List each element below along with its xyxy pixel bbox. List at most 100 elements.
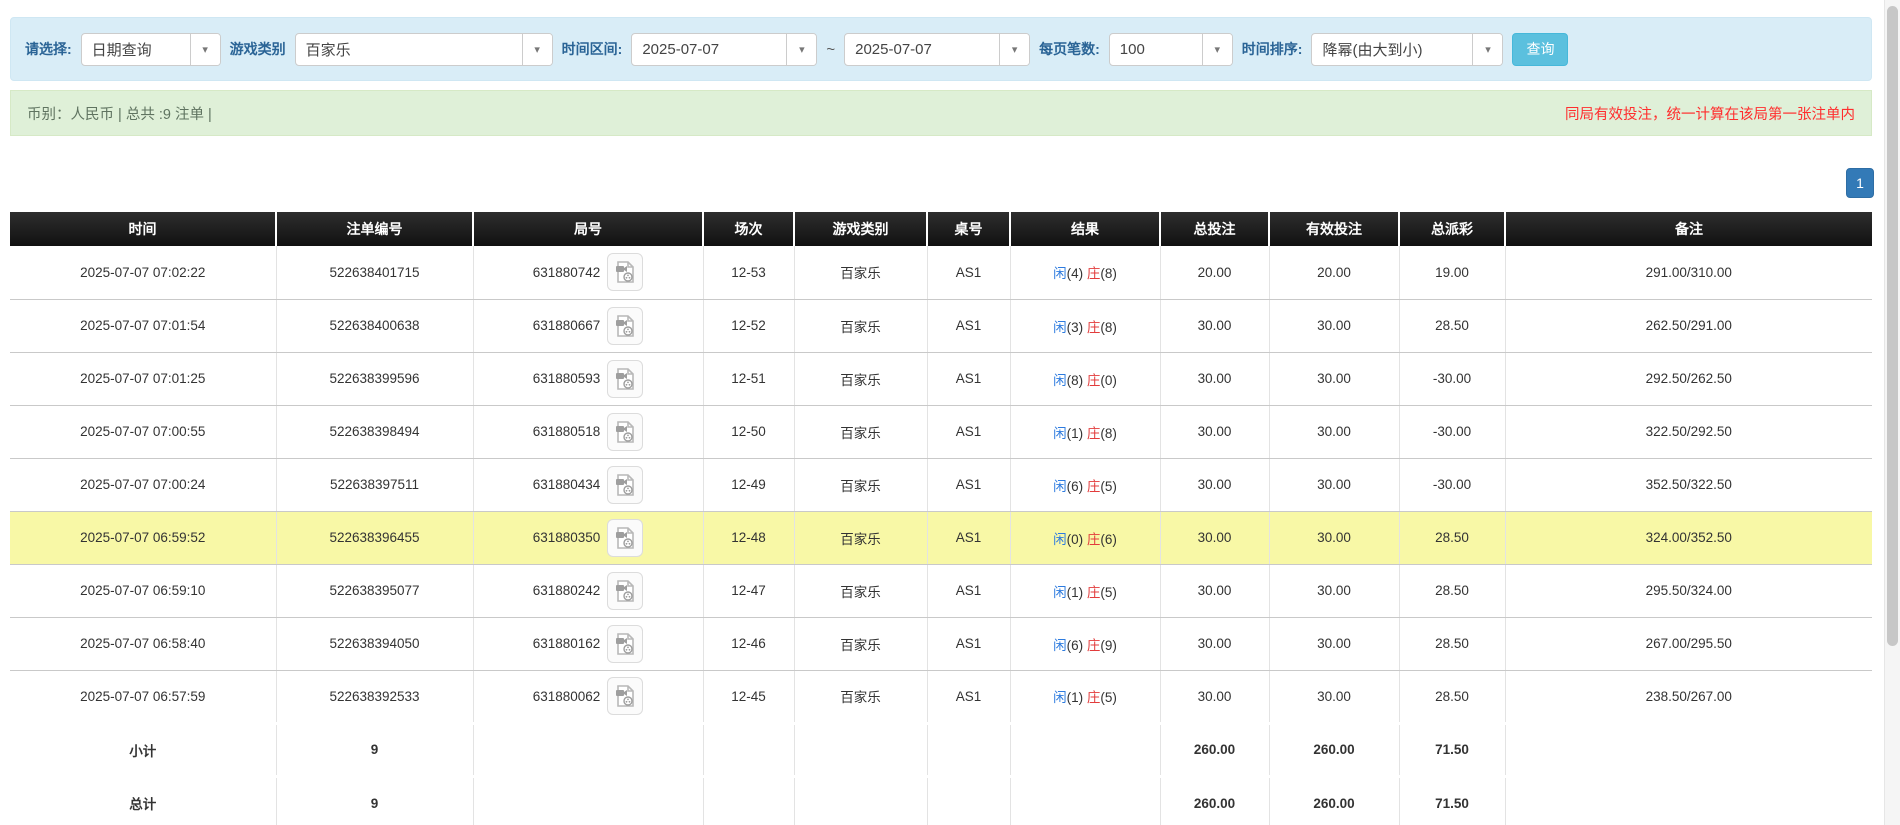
result-player-label: 闲 — [1053, 372, 1067, 388]
video-replay-icon[interactable] — [607, 518, 644, 557]
cell-total-bet[interactable]: 30.00 — [1160, 352, 1270, 406]
cell-round-id: 631880242 — [473, 564, 704, 618]
result-banker-label: 庄 — [1086, 478, 1101, 494]
cell-note: 238.50/267.00 — [1505, 670, 1872, 724]
date-to-value: 2025-07-07 — [855, 40, 932, 58]
subtotal-valid-bet: 260.00 — [1269, 721, 1400, 777]
cell-total-bet[interactable]: 30.00 — [1160, 670, 1270, 724]
video-replay-icon[interactable] — [607, 465, 644, 504]
cell-time: 2025-07-07 07:01:25 — [10, 352, 277, 406]
footer-empty-cell — [1505, 721, 1872, 777]
cell-result: 闲(0) 庄(6) — [1010, 511, 1161, 565]
cell-table-no: AS1 — [927, 299, 1011, 353]
round-id-value: 631880667 — [532, 318, 601, 333]
cell-round-id: 631880593 — [473, 352, 704, 406]
cell-session: 12-47 — [703, 564, 795, 618]
footer-empty-cell — [1010, 721, 1161, 777]
cell-bet-id: 522638395077 — [276, 564, 474, 618]
search-button[interactable]: 查询 — [1512, 32, 1569, 66]
video-replay-icon[interactable] — [607, 253, 644, 292]
round-id-wrap: 631880742 — [474, 253, 703, 292]
cell-round-id: 631880434 — [473, 458, 704, 512]
game-type-label: 游戏类别 — [229, 41, 286, 57]
col-time: 时间 — [10, 212, 277, 246]
table-row: 2025-07-07 07:02:22 522638401715 631880742… — [10, 246, 1872, 300]
subtotal-total-bet: 260.00 — [1160, 721, 1270, 777]
cell-payout: 28.50 — [1399, 511, 1506, 565]
cell-total-bet[interactable]: 30.00 — [1160, 564, 1270, 618]
cell-total-bet[interactable]: 30.00 — [1160, 617, 1270, 671]
cell-note: 295.50/324.00 — [1505, 564, 1872, 618]
cell-total-bet[interactable]: 30.00 — [1160, 405, 1270, 459]
same-round-notice: 同局有效投注，统一计算在该局第一张注单内 — [1565, 106, 1855, 123]
query-type-label: 请选择: — [25, 41, 72, 57]
chevron-down-icon[interactable]: ▾ — [521, 33, 552, 65]
chevron-down-icon[interactable]: ▾ — [1472, 33, 1503, 65]
round-id-wrap: 631880062 — [474, 677, 703, 715]
sort-order-label: 时间排序: — [1241, 41, 1303, 57]
scrollbar-thumb[interactable] — [1887, 6, 1898, 646]
round-id-wrap: 631880667 — [474, 306, 703, 345]
footer-empty-cell — [473, 774, 704, 825]
cell-result: 闲(1) 庄(5) — [1010, 670, 1161, 724]
total-total-bet: 260.00 — [1160, 774, 1270, 825]
cell-valid-bet: 30.00 — [1269, 617, 1400, 671]
cell-payout: 28.50 — [1399, 617, 1506, 671]
video-replay-icon[interactable] — [607, 412, 644, 451]
cell-time: 2025-07-07 07:01:54 — [10, 299, 277, 353]
result-player-score: (0) — [1066, 531, 1087, 547]
cell-round-id: 631880742 — [473, 246, 704, 300]
game-type-select[interactable]: 百家乐 ▾ — [294, 32, 553, 66]
round-id-wrap: 631880242 — [474, 571, 703, 610]
cell-bet-id: 522638400638 — [276, 299, 474, 353]
cell-bet-id: 522638396455 — [276, 511, 474, 565]
pagination-page-button[interactable]: 1 — [1846, 168, 1874, 198]
result-player-label: 闲 — [1053, 478, 1067, 494]
vertical-scrollbar[interactable] — [1884, 0, 1900, 825]
chevron-down-icon[interactable]: ▾ — [786, 33, 817, 65]
cell-session: 12-45 — [703, 670, 795, 724]
page-size-select[interactable]: 100 ▾ — [1108, 32, 1233, 66]
table-header-row: 时间 注单编号 局号 场次 游戏类别 桌号 结果 总投注 有效投注 总派彩 备注 — [10, 212, 1872, 246]
video-replay-icon[interactable] — [607, 624, 644, 663]
page: 请选择: 日期查询 ▾ 游戏类别 百家乐 ▾ 时间区间: 2025-07-07 … — [0, 0, 1900, 825]
chevron-down-icon[interactable]: ▾ — [1201, 33, 1232, 65]
video-replay-icon[interactable] — [607, 306, 644, 345]
video-replay-icon[interactable] — [607, 677, 644, 715]
cell-total-bet[interactable]: 30.00 — [1160, 511, 1270, 565]
cell-total-bet[interactable]: 30.00 — [1160, 458, 1270, 512]
cell-session: 12-46 — [703, 617, 795, 671]
result-banker-label: 庄 — [1086, 584, 1101, 600]
table-row: 2025-07-07 07:00:55 522638398494 631880518… — [10, 405, 1872, 459]
cell-payout: -30.00 — [1399, 405, 1506, 459]
cell-table-no: AS1 — [927, 246, 1011, 300]
cell-note: 262.50/291.00 — [1505, 299, 1872, 353]
cell-result: 闲(1) 庄(8) — [1010, 405, 1161, 459]
cell-total-bet[interactable]: 20.00 — [1160, 246, 1270, 300]
cell-payout: 28.50 — [1399, 670, 1506, 724]
footer-empty-cell — [927, 721, 1011, 777]
query-type-select[interactable]: 日期查询 ▾ — [80, 32, 221, 66]
cell-session: 12-48 — [703, 511, 795, 565]
cell-game-type: 百家乐 — [794, 299, 928, 353]
video-replay-icon[interactable] — [607, 359, 644, 398]
table-row: 2025-07-07 06:57:59 522638392533 631880062… — [10, 670, 1872, 724]
chevron-down-icon[interactable]: ▾ — [189, 33, 220, 65]
cell-time: 2025-07-07 07:00:24 — [10, 458, 277, 512]
chevron-down-icon[interactable]: ▾ — [999, 33, 1030, 65]
subtotal-payout: 71.50 — [1399, 721, 1506, 777]
cell-total-bet[interactable]: 30.00 — [1160, 299, 1270, 353]
cell-result: 闲(6) 庄(5) — [1010, 458, 1161, 512]
cell-game-type: 百家乐 — [794, 511, 928, 565]
sort-order-select[interactable]: 降幂(由大到小) ▾ — [1311, 32, 1504, 66]
date-to-select[interactable]: 2025-07-07 ▾ — [844, 32, 1031, 66]
result-player-label: 闲 — [1053, 690, 1067, 705]
cell-game-type: 百家乐 — [794, 617, 928, 671]
cell-time: 2025-07-07 07:00:55 — [10, 405, 277, 459]
col-bet-id: 注单编号 — [276, 212, 474, 246]
result-player-score: (1) — [1066, 690, 1087, 705]
video-replay-icon[interactable] — [607, 571, 644, 610]
col-note: 备注 — [1505, 212, 1872, 246]
cell-table-no: AS1 — [927, 458, 1011, 512]
date-from-select[interactable]: 2025-07-07 ▾ — [631, 32, 818, 66]
